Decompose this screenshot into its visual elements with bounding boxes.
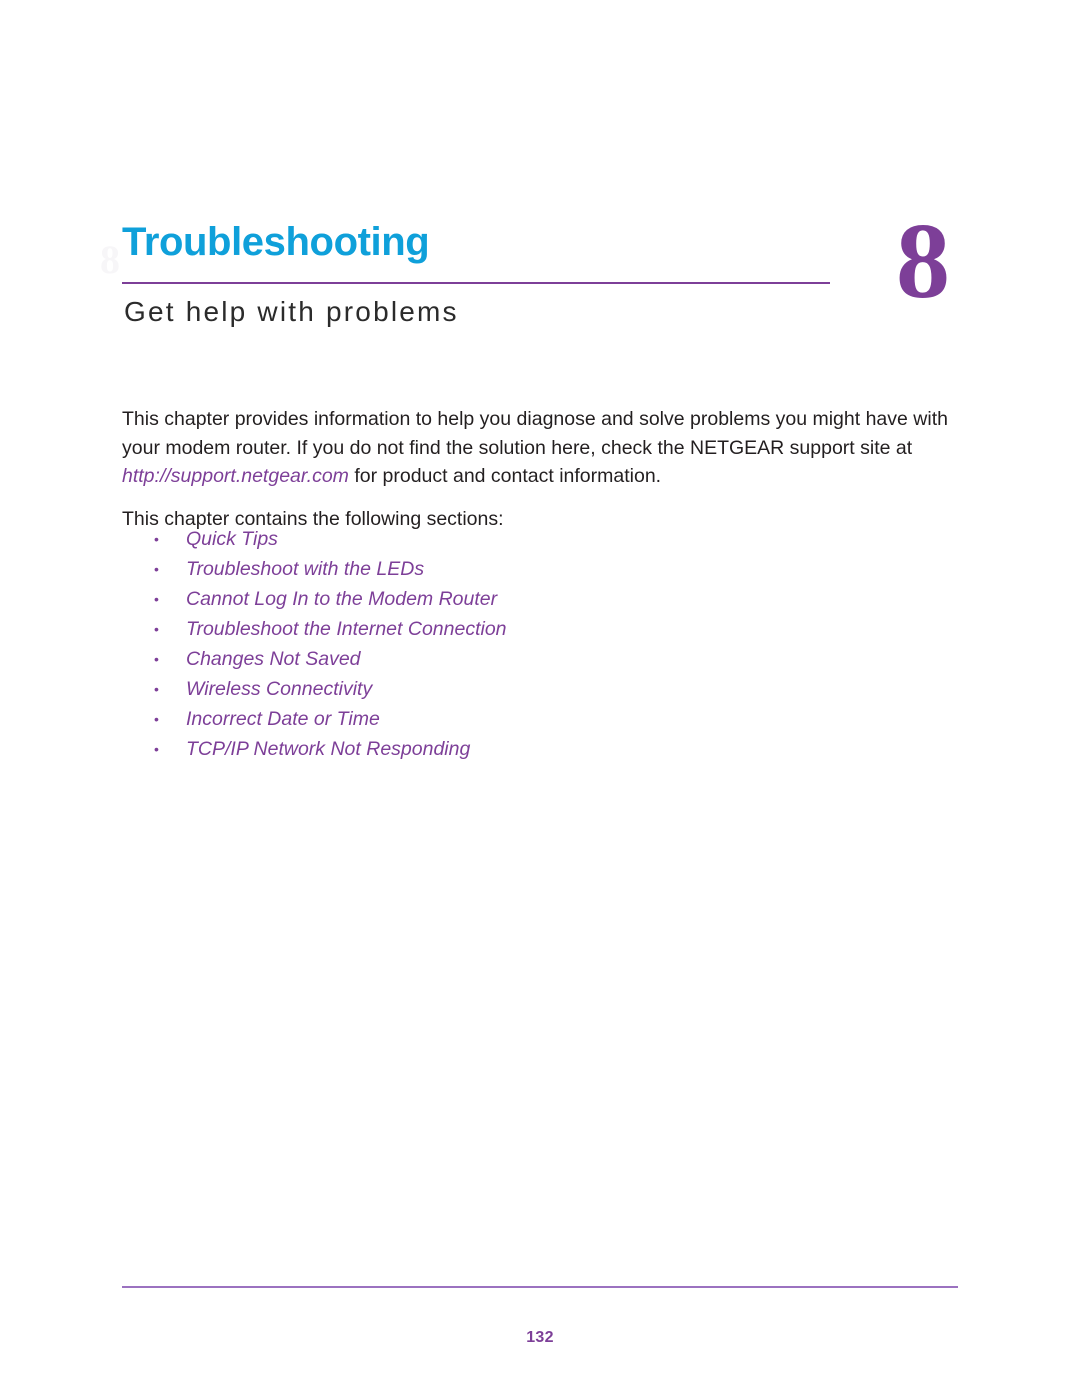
list-item[interactable]: • Troubleshoot with the LEDs <box>152 554 852 584</box>
netgear-support-link[interactable]: http://support.netgear.com <box>122 465 349 487</box>
section-link-internet-connection[interactable]: Troubleshoot the Internet Connection <box>186 618 507 640</box>
section-link-incorrect-date-time[interactable]: Incorrect Date or Time <box>186 708 380 730</box>
list-item[interactable]: • Troubleshoot the Internet Connection <box>152 614 852 644</box>
bullet-icon: • <box>154 681 159 697</box>
section-link-list: • Quick Tips • Troubleshoot with the LED… <box>152 524 852 764</box>
list-item[interactable]: • Incorrect Date or Time <box>152 704 852 734</box>
page-subtitle: Get help with problems <box>124 296 459 327</box>
section-link-troubleshoot-leds[interactable]: Troubleshoot with the LEDs <box>186 558 424 580</box>
bullet-icon: • <box>154 561 159 577</box>
list-item[interactable]: • Wireless Connectivity <box>152 674 852 704</box>
footer-divider <box>122 1286 958 1288</box>
document-page: 8 Troubleshooting Get help with problems… <box>0 0 1080 1397</box>
page-title: Troubleshooting <box>122 220 430 264</box>
list-item[interactable]: • TCP/IP Network Not Responding <box>152 734 852 764</box>
section-link-wireless-connectivity[interactable]: Wireless Connectivity <box>186 678 372 700</box>
section-link-tcpip-not-responding[interactable]: TCP/IP Network Not Responding <box>186 738 470 760</box>
intro-text-block: This chapter provides information to hel… <box>122 405 967 533</box>
intro-text-after-link: for product and contact information. <box>348 465 662 487</box>
list-item[interactable]: • Quick Tips <box>152 524 852 554</box>
intro-text-before-link: This chapter provides information to hel… <box>122 408 948 459</box>
intro-paragraph: This chapter provides information to hel… <box>122 405 967 491</box>
heading-divider <box>122 282 830 284</box>
page-number: 132 <box>526 1329 554 1346</box>
section-link-changes-not-saved[interactable]: Changes Not Saved <box>186 648 361 670</box>
list-item[interactable]: • Cannot Log In to the Modem Router <box>152 584 852 614</box>
section-link-cannot-log-in[interactable]: Cannot Log In to the Modem Router <box>186 588 497 610</box>
bullet-icon: • <box>154 711 159 727</box>
bullet-icon: • <box>154 531 159 547</box>
bullet-icon: • <box>154 651 159 667</box>
bullet-icon: • <box>154 591 159 607</box>
section-link-quick-tips[interactable]: Quick Tips <box>186 528 278 550</box>
list-item[interactable]: • Changes Not Saved <box>152 644 852 674</box>
chapter-header: 8 Troubleshooting Get help with problems <box>100 218 958 338</box>
bullet-icon: • <box>154 621 159 637</box>
ghost-chapter-number-watermark: 8 <box>100 237 120 282</box>
bullet-icon: • <box>154 741 159 757</box>
chapter-number: 8 <box>896 202 950 321</box>
